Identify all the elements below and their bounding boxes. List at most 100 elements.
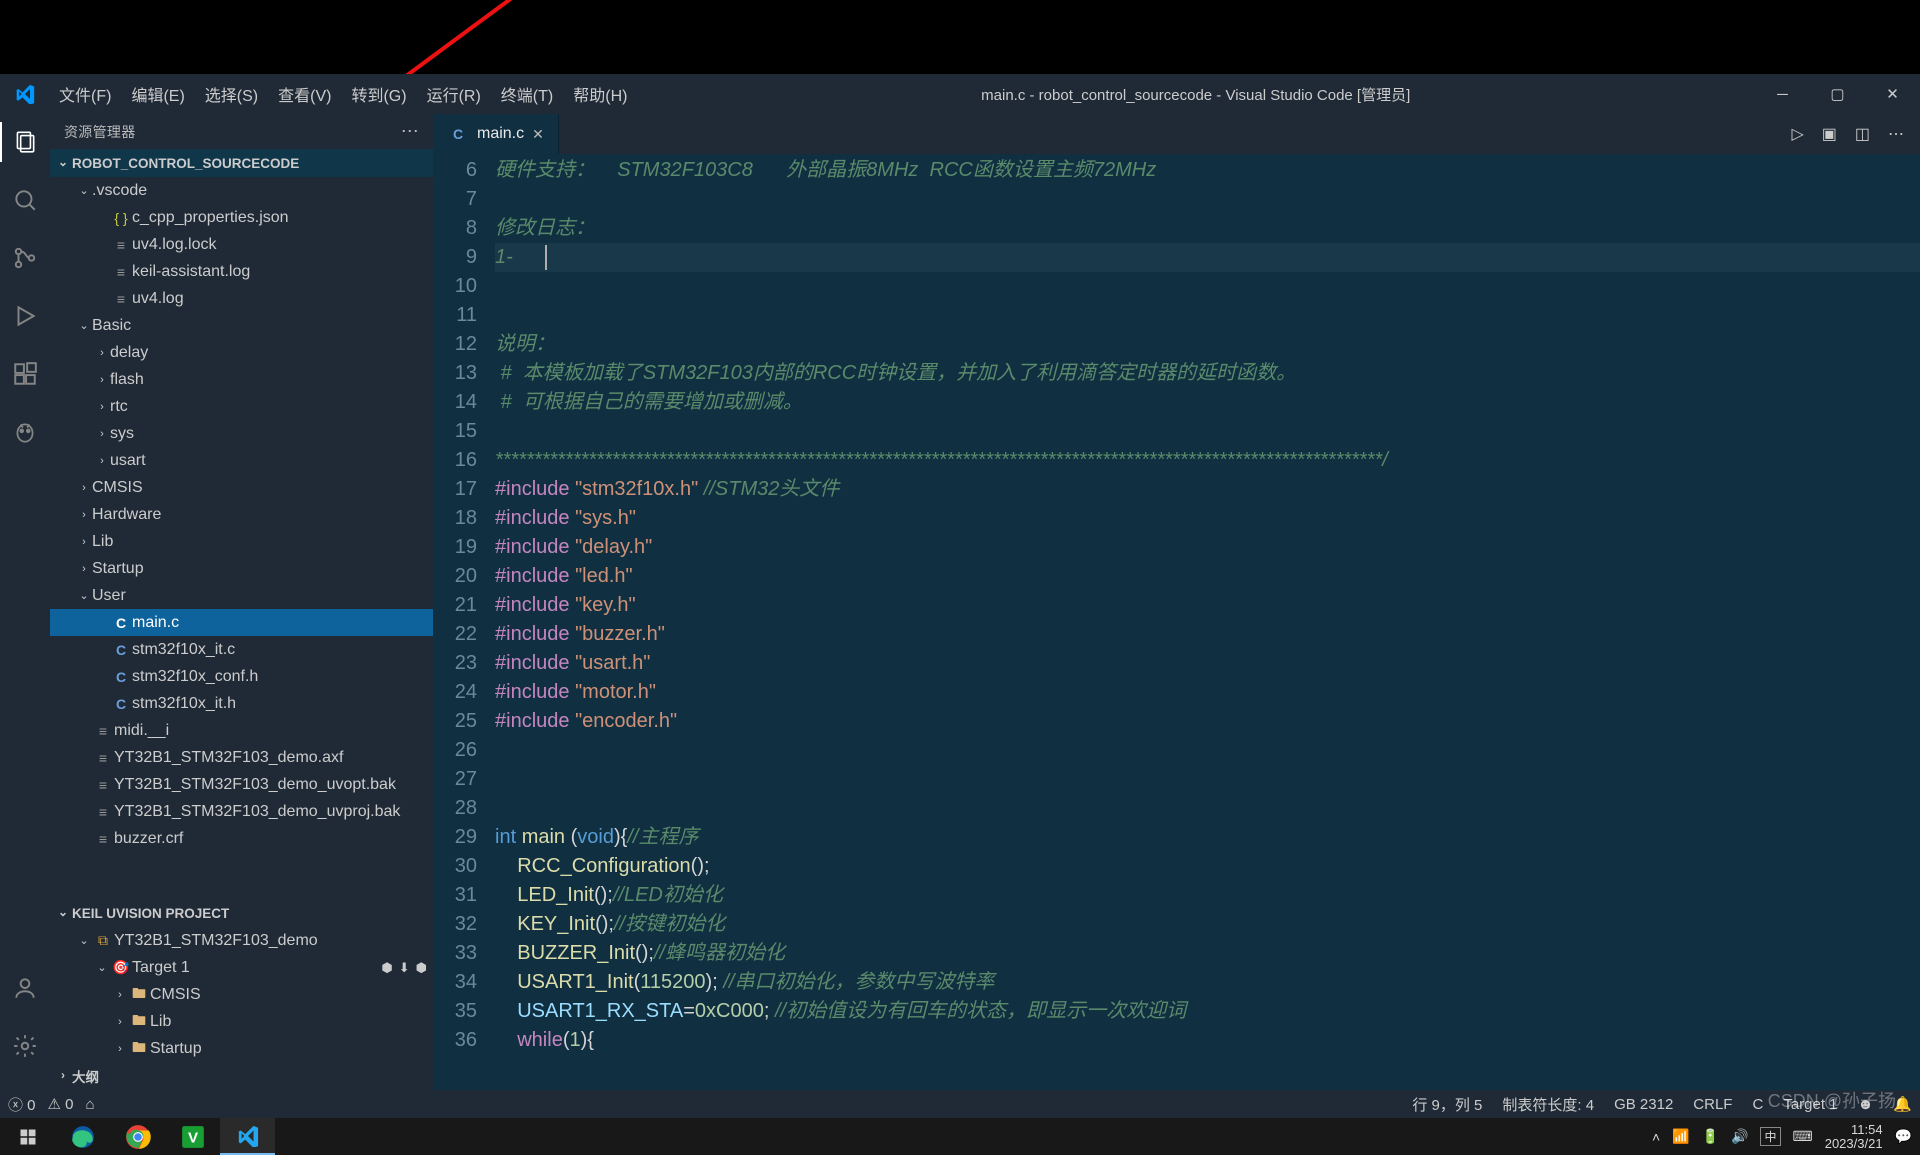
tree-file[interactable]: Cstm32f10x_it.c [50, 636, 433, 663]
extensions-icon[interactable] [0, 354, 50, 394]
keil-item[interactable]: ⌄🎯Target 1⬢⬇⬢ [50, 954, 433, 981]
tree-folder[interactable]: ›Startup [50, 555, 433, 582]
tab-bar: C main.c ✕ ▷ ▣ ◫ ⋯ [433, 114, 1920, 154]
tray-keyboard-icon[interactable]: ⌨ [1793, 1128, 1813, 1145]
tray-clock[interactable]: 11:542023/3/21 [1825, 1123, 1883, 1151]
c-file-icon: C [447, 126, 469, 142]
platformio-icon[interactable] [0, 412, 50, 452]
chrome-icon[interactable] [110, 1118, 165, 1155]
tray-battery-icon[interactable]: 🔋 [1702, 1128, 1719, 1145]
sidebar: 资源管理器⋯ ⌄ROBOT_CONTROL_SOURCECODE ⌄.vscod… [50, 114, 433, 1090]
keil-build-icon[interactable]: ⬢ [381, 960, 392, 976]
tray-notifications-icon[interactable]: 💬 [1895, 1128, 1912, 1145]
windows-taskbar: V ˄ 📶 🔋 🔊 中 ⌨ 11:542023/3/21 💬 [0, 1118, 1920, 1155]
tree-folder[interactable]: ›Hardware [50, 501, 433, 528]
watermark: CSDN @孙子扬 [1768, 1087, 1896, 1113]
status-language[interactable]: C [1752, 1096, 1763, 1113]
tree-file[interactable]: ≡uv4.log [50, 285, 433, 312]
status-warnings[interactable]: ⚠ 0 [48, 1095, 74, 1113]
keil-item[interactable]: ›🖿CMSIS [50, 981, 433, 1008]
vscode-taskbar-icon[interactable] [220, 1118, 275, 1155]
tree-folder[interactable]: ›rtc [50, 393, 433, 420]
status-tabsize[interactable]: 制表符长度: 4 [1502, 1094, 1594, 1115]
menu-item[interactable]: 运行(R) [418, 82, 490, 106]
tree-folder[interactable]: ›delay [50, 339, 433, 366]
start-button[interactable] [0, 1118, 55, 1155]
tree-file[interactable]: Cstm32f10x_conf.h [50, 663, 433, 690]
tree-file[interactable]: ≡keil-assistant.log [50, 258, 433, 285]
tree-folder[interactable]: ›Lib [50, 528, 433, 555]
tree-file[interactable]: ≡YT32B1_STM32F103_demo.axf [50, 744, 433, 771]
menu-item[interactable]: 帮助(H) [564, 82, 636, 106]
tray-wifi-icon[interactable]: 📶 [1672, 1128, 1689, 1145]
vscode-window: 文件(F)编辑(E)选择(S)查看(V)转到(G)运行(R)终端(T)帮助(H)… [0, 74, 1920, 1118]
tree-file[interactable]: ≡uv4.log.lock [50, 231, 433, 258]
status-home-icon[interactable]: ⌂ [85, 1096, 94, 1113]
outline-header[interactable]: ›大纲 [50, 1062, 433, 1090]
tree-file[interactable]: ≡YT32B1_STM32F103_demo_uvproj.bak [50, 798, 433, 825]
editor[interactable]: 6789101112131415161718192021222324252627… [433, 154, 1920, 1090]
tab-main-c[interactable]: C main.c ✕ [433, 114, 559, 154]
keil-item[interactable]: ⌄⧉YT32B1_STM32F103_demo [50, 927, 433, 954]
status-eol[interactable]: CRLF [1693, 1096, 1732, 1113]
keil-download-icon[interactable]: ⬇ [399, 960, 410, 976]
close-button[interactable]: ✕ [1865, 74, 1920, 114]
run-debug-icon[interactable] [0, 296, 50, 336]
tree-file[interactable]: ≡midi.__i [50, 717, 433, 744]
split-editor-icon[interactable]: ◫ [1855, 124, 1870, 144]
status-errors[interactable]: ⓧ 0 [8, 1094, 36, 1115]
tray-ime[interactable]: 中 [1760, 1127, 1780, 1146]
menu-item[interactable]: 转到(G) [342, 82, 415, 106]
code-content[interactable]: 硬件支持： STM32F103C8 外部晶振8MHz RCC函数设置主频72MH… [495, 154, 1920, 1090]
tree-file[interactable]: Cstm32f10x_it.h [50, 690, 433, 717]
menu-item[interactable]: 编辑(E) [122, 82, 193, 106]
keil-item[interactable]: ›🖿Startup [50, 1035, 433, 1062]
vscode-logo-icon [0, 84, 50, 104]
maximize-button[interactable]: ▢ [1810, 74, 1865, 114]
tab-close-icon[interactable]: ✕ [532, 126, 544, 143]
tree-folder[interactable]: ›CMSIS [50, 474, 433, 501]
source-control-icon[interactable] [0, 238, 50, 278]
tree-folder[interactable]: ⌄.vscode [50, 177, 433, 204]
workspace-header[interactable]: ⌄ROBOT_CONTROL_SOURCECODE [50, 149, 433, 177]
edge-icon[interactable] [55, 1118, 110, 1155]
menu-item[interactable]: 终端(T) [492, 82, 562, 106]
tree-file[interactable]: ≡YT32B1_STM32F103_demo_uvopt.bak [50, 771, 433, 798]
tree-folder[interactable]: ›flash [50, 366, 433, 393]
run-icon[interactable]: ▷ [1791, 124, 1803, 144]
search-icon[interactable] [0, 180, 50, 220]
tree-folder[interactable]: ⌄User [50, 582, 433, 609]
menu-item[interactable]: 查看(V) [269, 82, 340, 106]
minimize-button[interactable]: ─ [1755, 74, 1810, 114]
more-actions-icon[interactable]: ⋯ [1888, 124, 1904, 144]
tray-chevron-icon[interactable]: ˄ [1652, 1129, 1660, 1145]
line-gutter: 6789101112131415161718192021222324252627… [433, 154, 495, 1090]
tab-label: main.c [477, 125, 524, 143]
status-linecol[interactable]: 行 9，列 5 [1412, 1094, 1482, 1115]
sidebar-more-icon[interactable]: ⋯ [401, 121, 419, 142]
svg-text:V: V [187, 1129, 197, 1146]
new-file-icon[interactable]: ▣ [1822, 124, 1837, 144]
status-bell-icon[interactable]: 🔔 [1893, 1095, 1912, 1113]
explorer-icon[interactable] [0, 122, 50, 162]
tree-folder[interactable]: ⌄Basic [50, 312, 433, 339]
menubar: 文件(F)编辑(E)选择(S)查看(V)转到(G)运行(R)终端(T)帮助(H) [50, 82, 636, 106]
menu-item[interactable]: 选择(S) [196, 82, 267, 106]
tray-volume-icon[interactable]: 🔊 [1731, 1128, 1748, 1145]
accounts-icon[interactable] [0, 968, 50, 1008]
tree-file[interactable]: { }c_cpp_properties.json [50, 204, 433, 231]
tree-folder[interactable]: ›usart [50, 447, 433, 474]
status-encoding[interactable]: GB 2312 [1614, 1096, 1673, 1113]
keil-rebuild-icon[interactable]: ⬢ [416, 960, 427, 976]
keil-item[interactable]: ›🖿Lib [50, 1008, 433, 1035]
tree-file[interactable]: ≡buzzer.crf [50, 825, 433, 852]
keil-project-header[interactable]: ⌄KEIL UVISION PROJECT [50, 899, 433, 927]
vim-icon[interactable]: V [165, 1118, 220, 1155]
tree-file[interactable]: Cmain.c [50, 609, 433, 636]
activity-bar [0, 114, 50, 1090]
settings-gear-icon[interactable] [0, 1026, 50, 1066]
sidebar-title: 资源管理器⋯ [50, 114, 433, 149]
tree-folder[interactable]: ›sys [50, 420, 433, 447]
file-tree: ⌄.vscode{ }c_cpp_properties.json≡uv4.log… [50, 177, 433, 899]
menu-item[interactable]: 文件(F) [50, 82, 120, 106]
